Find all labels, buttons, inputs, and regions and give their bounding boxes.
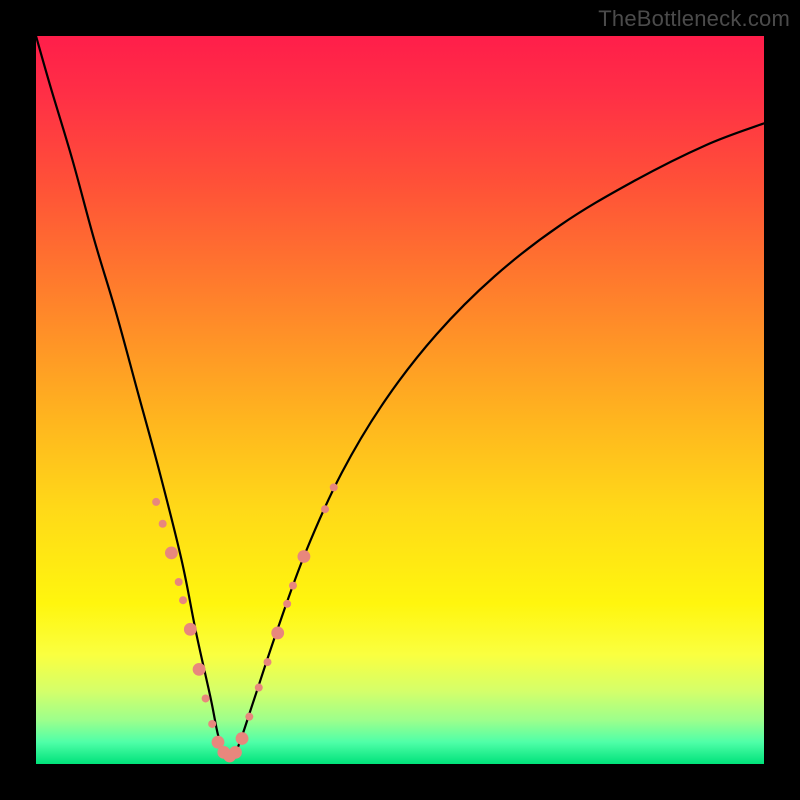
marker-group [152,483,338,762]
data-marker [193,663,206,676]
data-marker [264,658,272,666]
data-marker [152,498,160,506]
data-marker [245,713,253,721]
data-marker [297,550,310,563]
data-marker [321,505,329,513]
data-marker [289,582,297,590]
data-marker [175,578,183,586]
data-marker [229,746,242,759]
plot-area [36,36,764,764]
data-marker [165,546,178,559]
bottleneck-curve [36,36,764,759]
chart-frame: TheBottleneck.com [0,0,800,800]
data-marker [184,623,197,636]
data-marker [179,596,187,604]
data-marker [271,627,284,640]
data-marker [330,483,338,491]
data-marker [208,720,216,728]
data-marker [236,732,249,745]
data-marker [202,694,210,702]
data-marker [159,520,167,528]
data-marker [283,600,291,608]
chart-svg [36,36,764,764]
watermark-label: TheBottleneck.com [598,6,790,32]
data-marker [255,684,263,692]
